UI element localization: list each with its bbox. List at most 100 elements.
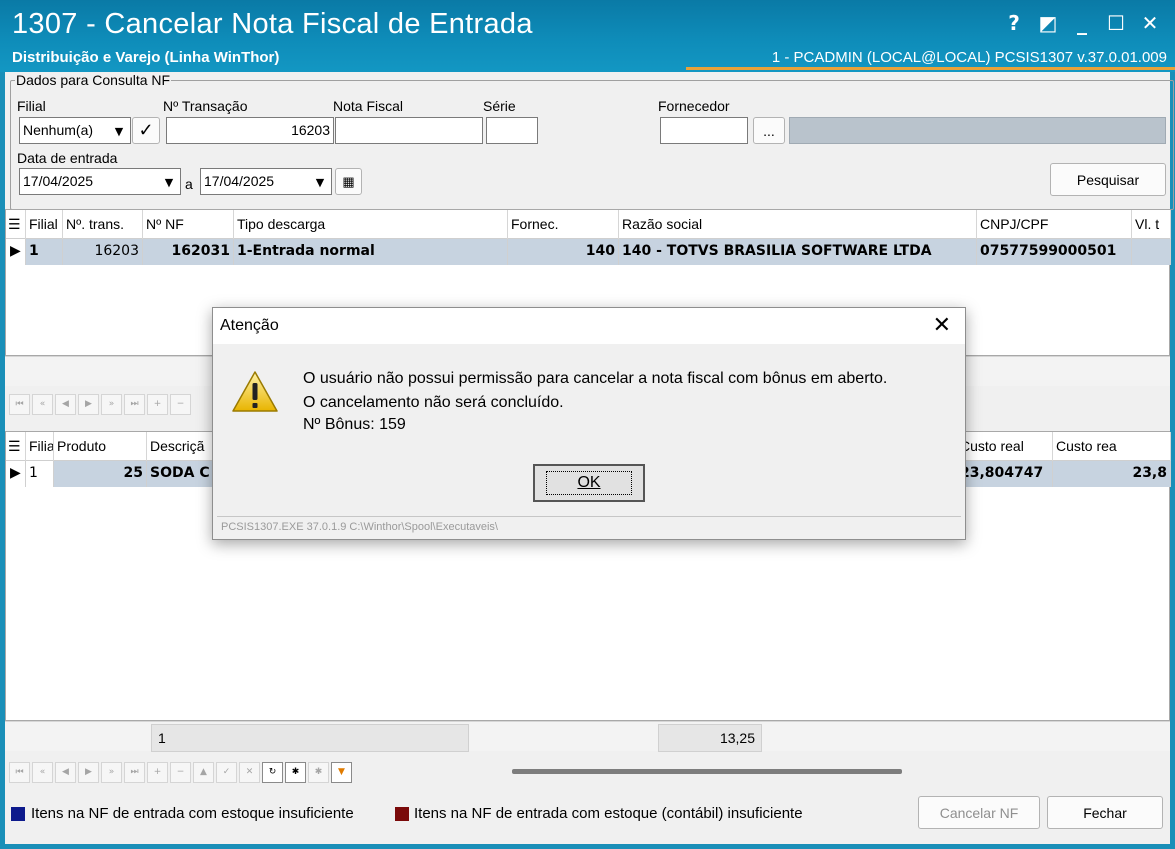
filial-confirm-checkmark-icon[interactable]: ✓: [132, 117, 160, 144]
cell-custo-real-2[interactable]: 23,8: [1053, 461, 1171, 487]
nav-prev-icon[interactable]: ◀: [55, 393, 76, 415]
table-row[interactable]: ▶ 1 16203 162031 1-Entrada normal 140 14…: [6, 239, 1171, 265]
nav-refresh-icon[interactable]: ↻: [262, 761, 283, 783]
nav-delete-icon[interactable]: −: [170, 393, 191, 415]
data-inicial-input[interactable]: 17/04/2025: [19, 168, 181, 195]
items-grid-navigator: ⏮ « ◀ ▶ » ⏭ + − ▲ ✓ ✕ ↻ ✱ ✱ ▼: [9, 759, 352, 785]
cell-produto[interactable]: 25: [54, 461, 147, 487]
col-filial[interactable]: Filial: [26, 210, 63, 239]
nav-prev-page-icon[interactable]: «: [32, 761, 53, 783]
nav-last-icon[interactable]: ⏭: [124, 761, 145, 783]
nav-first-icon[interactable]: ⏮: [9, 761, 30, 783]
dialog-footer-path: PCSIS1307.EXE 37.0.1.9 C:\Winthor\Spool\…: [221, 521, 498, 533]
dialog-close-icon[interactable]: ✕: [933, 313, 951, 338]
window-subtitle: Distribuição e Varejo (Linha WinThor): [12, 49, 280, 66]
cell-custo-real[interactable]: 23,804747: [957, 461, 1053, 487]
data-final-dropdown-icon[interactable]: ▼: [310, 171, 330, 193]
user-info: 1 - PCADMIN (LOCAL@LOCAL) PCSIS1307 v.37…: [771, 49, 1167, 66]
nav-prev-page-icon[interactable]: «: [32, 393, 53, 415]
serie-input[interactable]: [486, 117, 538, 144]
pesquisar-button[interactable]: Pesquisar: [1050, 163, 1166, 196]
nav-add-icon[interactable]: +: [147, 393, 168, 415]
ok-button-label: OK: [546, 471, 632, 495]
nav-next-icon[interactable]: ▶: [78, 393, 99, 415]
minimize-button[interactable]: _: [1065, 8, 1099, 38]
warning-icon: [231, 370, 279, 418]
cell-num-nf[interactable]: 162031: [143, 239, 234, 265]
col-custo-real[interactable]: Custo real: [957, 432, 1053, 461]
cancelar-nf-button[interactable]: Cancelar NF: [918, 796, 1040, 829]
cell-vl-total[interactable]: [1132, 239, 1171, 265]
window-controls: ? ◩ _ ☐ ✕: [997, 8, 1167, 38]
nav-edit-icon[interactable]: ▲: [193, 761, 214, 783]
horizontal-scrollbar[interactable]: [512, 769, 902, 774]
legend-blue-swatch: [11, 807, 25, 821]
calendar-icon[interactable]: ▦: [335, 168, 362, 195]
filial-dropdown-icon[interactable]: ▼: [109, 120, 129, 142]
nav-prev-icon[interactable]: ◀: [55, 761, 76, 783]
cell-tipo-descarga[interactable]: 1-Entrada normal: [234, 239, 508, 265]
nav-add-icon[interactable]: +: [147, 761, 168, 783]
title-bar: 1307 - Cancelar Nota Fiscal de Entrada D…: [0, 0, 1175, 72]
fornecedor-name-field: [789, 117, 1166, 144]
help-button[interactable]: ?: [997, 8, 1031, 38]
items-grid-menu-icon[interactable]: ☰: [6, 432, 26, 461]
cell-cnpj[interactable]: 07577599000501: [977, 239, 1132, 265]
transacao-input[interactable]: 16203: [166, 117, 334, 144]
data-inicial-dropdown-icon[interactable]: ▼: [159, 171, 179, 193]
nav-last-icon[interactable]: ⏭: [124, 393, 145, 415]
nav-goto-bookmark-icon[interactable]: ✱: [308, 761, 329, 783]
attention-dialog: Atenção ✕ O usuário não possui permissão…: [212, 307, 966, 540]
restore-button[interactable]: ◩: [1031, 8, 1065, 38]
dialog-message-line3: Nº Bônus: 159: [303, 416, 406, 433]
fornecedor-lookup-button[interactable]: ...: [753, 117, 785, 144]
items-total: 13,25: [658, 724, 762, 752]
col-num-nf[interactable]: Nº NF: [143, 210, 234, 239]
col-produto[interactable]: Produto: [54, 432, 147, 461]
cell-fornec[interactable]: 140: [508, 239, 619, 265]
col-item-filial[interactable]: Filia: [26, 432, 54, 461]
cell-item-filial[interactable]: 1: [26, 461, 54, 487]
nav-bookmark-icon[interactable]: ✱: [285, 761, 306, 783]
nav-next-page-icon[interactable]: »: [101, 393, 122, 415]
col-vl-total[interactable]: Vl. t: [1132, 210, 1171, 239]
nf-grid-navigator: ⏮ « ◀ ▶ » ⏭ + −: [9, 391, 191, 417]
ok-button[interactable]: OK: [533, 464, 645, 502]
grid-menu-icon[interactable]: ☰: [6, 210, 26, 239]
nav-delete-icon[interactable]: −: [170, 761, 191, 783]
fechar-button[interactable]: Fechar: [1047, 796, 1163, 829]
dialog-title-bar: Atenção ✕: [213, 308, 965, 344]
col-custo-real-2[interactable]: Custo rea: [1053, 432, 1171, 461]
dialog-title: Atenção: [220, 317, 279, 334]
nav-filter-icon[interactable]: ▼: [331, 761, 352, 783]
nav-post-icon[interactable]: ✓: [216, 761, 237, 783]
nav-first-icon[interactable]: ⏮: [9, 393, 30, 415]
fornecedor-input[interactable]: [660, 117, 748, 144]
cell-num-trans[interactable]: 16203: [63, 239, 143, 265]
close-button[interactable]: ✕: [1133, 8, 1167, 38]
nav-next-page-icon[interactable]: »: [101, 761, 122, 783]
nota-fiscal-input[interactable]: [335, 117, 483, 144]
nf-grid-header: ☰ Filial Nº. trans. Nº NF Tipo descarga …: [6, 210, 1171, 239]
nav-cancel-icon[interactable]: ✕: [239, 761, 260, 783]
maximize-button[interactable]: ☐: [1099, 8, 1133, 38]
nav-next-icon[interactable]: ▶: [78, 761, 99, 783]
window-title: 1307 - Cancelar Nota Fiscal de Entrada: [12, 8, 533, 40]
col-num-trans[interactable]: Nº. trans.: [63, 210, 143, 239]
legend-red-swatch: [395, 807, 409, 821]
col-tipo-descarga[interactable]: Tipo descarga: [234, 210, 508, 239]
transacao-label: Nº Transação: [163, 98, 248, 114]
col-cnpj[interactable]: CNPJ/CPF: [977, 210, 1132, 239]
col-fornec[interactable]: Fornec.: [508, 210, 619, 239]
data-entrada-label: Data de entrada: [17, 150, 118, 166]
cell-razao-social[interactable]: 140 - TOTVS BRASILIA SOFTWARE LTDA: [619, 239, 977, 265]
dialog-separator: [217, 516, 961, 517]
legend-estoque-contabil: Itens na NF de entrada com estoque (cont…: [414, 805, 803, 822]
col-razao-social[interactable]: Razão social: [619, 210, 977, 239]
filial-label: Filial: [17, 98, 46, 114]
fornecedor-label: Fornecedor: [658, 98, 730, 114]
serie-label: Série: [483, 98, 516, 114]
legend-estoque-insuficiente: Itens na NF de entrada com estoque insuf…: [31, 805, 354, 822]
row-indicator-icon: ▶: [6, 239, 26, 265]
cell-filial[interactable]: 1: [26, 239, 63, 265]
